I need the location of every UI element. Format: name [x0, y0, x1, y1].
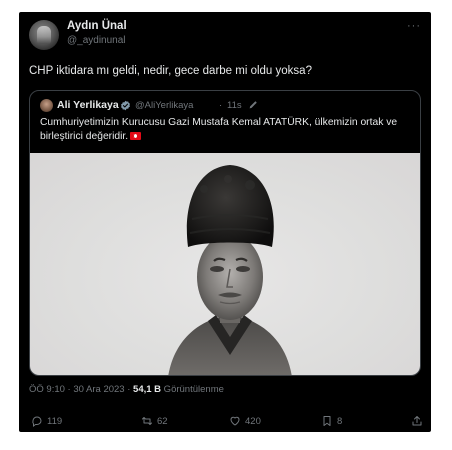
- quoted-author-name[interactable]: Ali Yerlikaya: [57, 99, 119, 111]
- quoted-tweet-text: Cumhuriyetimizin Kurucusu Gazi Mustafa K…: [40, 116, 410, 143]
- share-icon: [412, 416, 422, 426]
- reply-count: 119: [47, 415, 63, 427]
- author-handle[interactable]: @_aydinunal: [67, 35, 126, 46]
- heart-icon: [230, 416, 240, 426]
- portrait-image: [168, 165, 292, 375]
- tweet-text: CHP iktidara mı geldi, nedir, gece darbe…: [29, 65, 312, 77]
- separator-dot: ·: [219, 100, 223, 111]
- bookmark-icon: [323, 416, 331, 426]
- quoted-timestamp[interactable]: 11s: [227, 100, 242, 111]
- like-count: 420: [245, 415, 261, 427]
- retweet-count: 62: [157, 415, 168, 427]
- avatar-figure: [37, 26, 51, 44]
- tweet-card[interactable]: Aydın Ünal @_aydinunal ··· CHP iktidara …: [19, 12, 431, 432]
- reply-button[interactable]: 119: [31, 415, 62, 427]
- turkey-flag-icon: [130, 131, 142, 140]
- quoted-tweet[interactable]: Ali Yerlikaya @AliYerlikaya · 11s Cumhur…: [29, 90, 421, 376]
- view-count: 54,1 B: [133, 384, 162, 395]
- action-bar: 119 62 420 8: [29, 415, 423, 429]
- tweet-timestamp[interactable]: ÖÖ 9:10 · 30 Ara 2023 ·: [29, 384, 133, 395]
- verified-badge-icon: [121, 100, 130, 111]
- more-options-icon[interactable]: ···: [407, 20, 421, 32]
- edited-pencil-icon[interactable]: [248, 100, 258, 110]
- tweet-meta: ÖÖ 9:10 · 30 Ara 2023 · 54,1 B Görüntüle…: [29, 384, 224, 395]
- author-name[interactable]: Aydın Ünal: [67, 20, 127, 32]
- author-avatar[interactable]: [29, 20, 59, 50]
- bookmark-count: 8: [337, 415, 343, 427]
- quoted-photo[interactable]: [30, 153, 420, 375]
- reply-icon: [32, 416, 42, 427]
- quoted-author-handle[interactable]: @AliYerlikaya: [135, 100, 193, 111]
- bookmark-button[interactable]: 8: [321, 415, 342, 427]
- quoted-author-avatar[interactable]: [40, 99, 53, 112]
- quoted-tweet-header: Ali Yerlikaya @AliYerlikaya · 11s: [40, 99, 410, 113]
- retweet-icon: [142, 417, 152, 425]
- retweet-button[interactable]: 62: [141, 415, 168, 427]
- like-button[interactable]: 420: [229, 415, 261, 427]
- share-button[interactable]: [411, 415, 423, 427]
- tweet-header: Aydın Ünal @_aydinunal ···: [29, 20, 421, 56]
- views-label: Görüntülenme: [161, 384, 224, 395]
- quoted-text-body: Cumhuriyetimizin Kurucusu Gazi Mustafa K…: [40, 117, 398, 142]
